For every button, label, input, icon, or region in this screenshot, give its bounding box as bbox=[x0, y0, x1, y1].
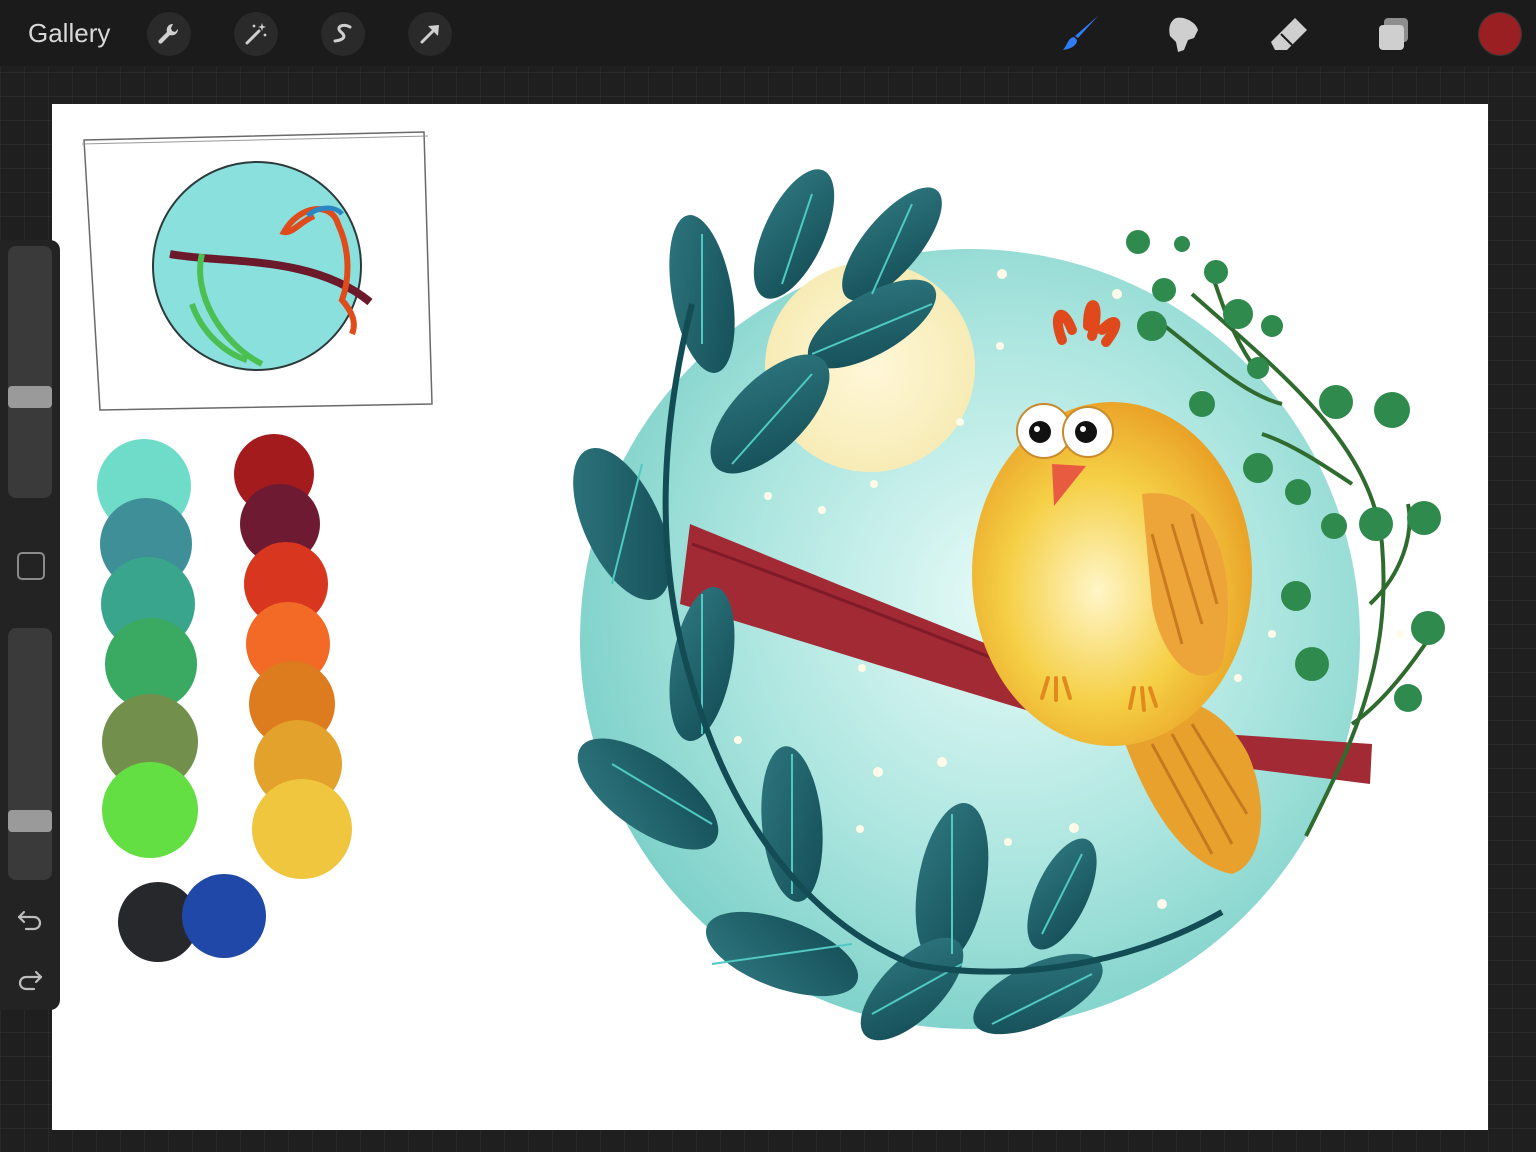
arrow-transform-icon bbox=[420, 25, 439, 44]
modify-square-button[interactable] bbox=[17, 552, 45, 580]
opacity-thumb[interactable] bbox=[8, 810, 52, 832]
magic-wand-icon bbox=[245, 23, 267, 45]
gallery-button[interactable]: Gallery bbox=[28, 18, 110, 49]
transform-button[interactable] bbox=[408, 12, 452, 56]
color-palette bbox=[97, 434, 352, 962]
brush-size-slider[interactable] bbox=[8, 246, 52, 498]
top-toolbar: Gallery bbox=[0, 0, 1536, 66]
left-sidebar bbox=[0, 240, 60, 1010]
actions-button[interactable] bbox=[147, 12, 191, 56]
opacity-slider[interactable] bbox=[8, 628, 52, 880]
drawing-canvas[interactable] bbox=[52, 104, 1488, 1130]
layers-icon bbox=[1379, 18, 1408, 50]
adjustments-button[interactable] bbox=[234, 12, 278, 56]
color-picker-button[interactable] bbox=[1479, 13, 1521, 55]
sketch-thumbnail bbox=[81, 131, 433, 411]
undo-icon[interactable] bbox=[16, 906, 44, 934]
selection-s-icon bbox=[333, 23, 352, 43]
eraser-tool-button[interactable] bbox=[1265, 10, 1313, 58]
selection-button[interactable] bbox=[321, 12, 365, 56]
swatch[interactable] bbox=[102, 762, 198, 858]
smudge-icon bbox=[1169, 17, 1198, 52]
smudge-tool-button[interactable] bbox=[1160, 10, 1208, 58]
eraser-icon bbox=[1271, 18, 1307, 50]
artwork bbox=[81, 131, 1445, 1041]
redo-icon[interactable] bbox=[16, 966, 44, 994]
brush-size-thumb[interactable] bbox=[8, 386, 52, 408]
swatch[interactable] bbox=[182, 874, 266, 958]
layers-button[interactable] bbox=[1370, 10, 1418, 58]
wrench-icon bbox=[158, 23, 179, 44]
brush-icon bbox=[1063, 16, 1098, 50]
bird-illustration bbox=[573, 169, 1445, 1041]
brush-tool-button[interactable] bbox=[1056, 10, 1104, 58]
swatch[interactable] bbox=[252, 779, 352, 879]
